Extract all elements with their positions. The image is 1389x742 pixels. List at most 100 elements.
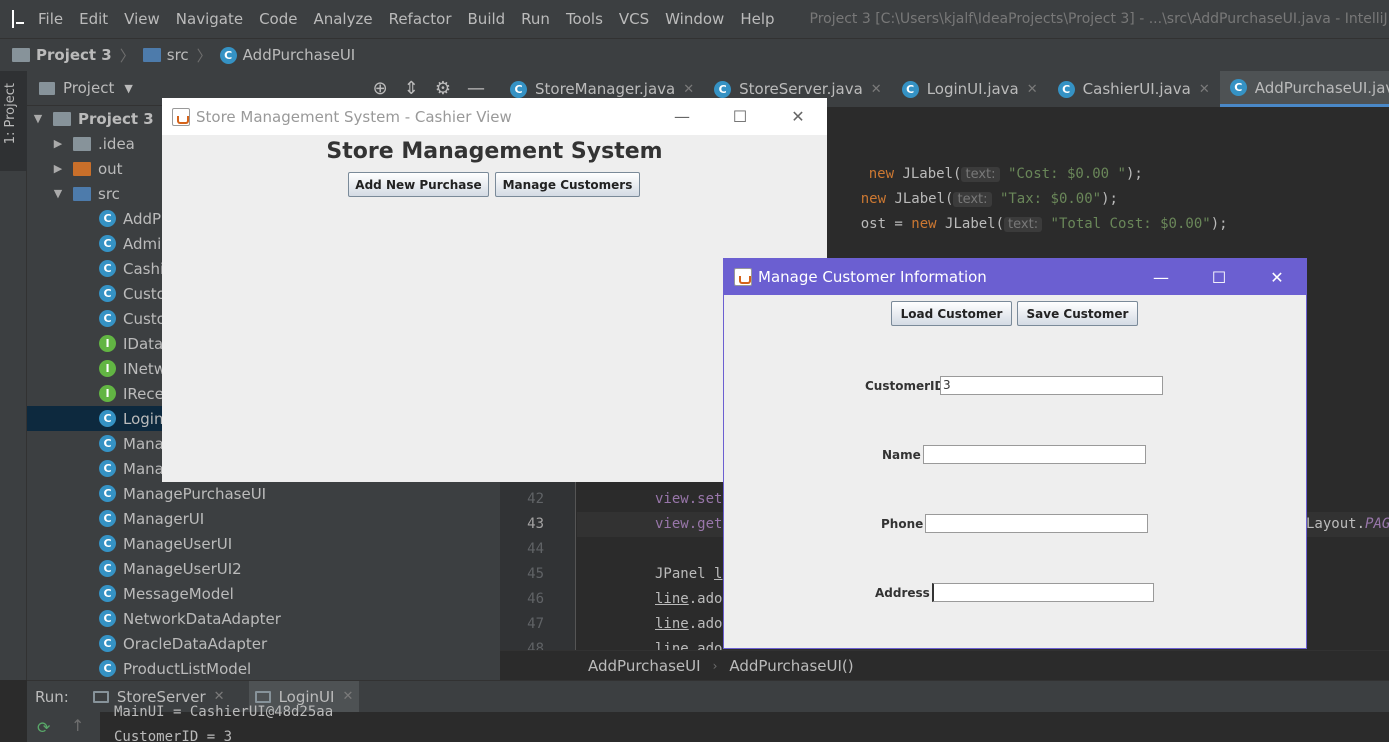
- tree-file[interactable]: C ProductListModel: [27, 656, 500, 681]
- tree-item-label: ManageUserUI: [123, 534, 233, 553]
- tab-label: StoreManager.java: [535, 80, 676, 98]
- expand-arrow-icon[interactable]: ▼: [31, 112, 45, 125]
- menu-analyze[interactable]: Analyze: [305, 0, 380, 38]
- class-icon: C: [99, 310, 116, 327]
- tree-file[interactable]: C OracleDataAdapter: [27, 631, 500, 656]
- class-icon: C: [99, 435, 116, 452]
- close-icon[interactable]: ✕: [1027, 82, 1038, 97]
- code-text: .ado: [688, 591, 723, 607]
- cashier-heading: Store Management System: [326, 139, 663, 164]
- menu-window[interactable]: Window: [657, 0, 732, 38]
- code-line-46: line.ado: [655, 587, 722, 612]
- crumb-file[interactable]: C AddPurchaseUI: [219, 46, 355, 64]
- menu-view[interactable]: View: [116, 0, 168, 38]
- project-view-icon: [39, 81, 55, 95]
- locate-icon[interactable]: ⊕: [373, 78, 388, 99]
- java-icon: [734, 268, 752, 286]
- load-customer-button[interactable]: Load Customer: [891, 301, 1012, 326]
- close-icon[interactable]: ✕: [683, 82, 694, 97]
- class-icon: C: [99, 210, 116, 227]
- cashier-window-titlebar[interactable]: Store Management System - Cashier View —…: [162, 98, 827, 135]
- collapse-arrow-icon[interactable]: ▶: [51, 162, 65, 175]
- menu-vcs[interactable]: VCS: [611, 0, 657, 38]
- name-field[interactable]: [923, 445, 1146, 464]
- menu-refactor[interactable]: Refactor: [381, 0, 460, 38]
- arrow-up-icon[interactable]: ↑: [71, 716, 84, 735]
- crumb-project-label: Project 3: [36, 46, 112, 64]
- breadcrumb-class[interactable]: AddPurchaseUI: [588, 657, 701, 675]
- menu-bar: File Edit View Navigate Code Analyze Ref…: [0, 0, 1389, 38]
- tree-item-label: INetw: [123, 359, 167, 378]
- close-icon[interactable]: ✕: [1199, 82, 1210, 97]
- run-tab-label: StoreServer: [116, 687, 206, 706]
- tool-window-strip: 1: Project: [0, 71, 27, 680]
- folder-icon: [73, 186, 91, 201]
- expand-arrow-icon[interactable]: ▼: [51, 187, 65, 200]
- menu-tools[interactable]: Tools: [558, 0, 611, 38]
- interface-icon: I: [99, 360, 116, 377]
- menu-edit[interactable]: Edit: [71, 0, 116, 38]
- close-icon[interactable]: ✕: [214, 689, 225, 704]
- project-view-selector[interactable]: Project: [63, 79, 114, 97]
- phone-label: Phone: [881, 517, 924, 531]
- project-tool-tab[interactable]: 1: Project: [0, 71, 27, 171]
- customer-id-field[interactable]: 3: [940, 376, 1163, 395]
- manage-customers-button[interactable]: Manage Customers: [495, 172, 640, 197]
- tree-item-label: ManagePurchaseUI: [123, 484, 267, 503]
- menu-code[interactable]: Code: [251, 0, 305, 38]
- crumb-src[interactable]: src: [142, 46, 189, 64]
- run-console[interactable]: ⟳ ↑ MainUI = CashierUI@48d25aa CustomerI…: [27, 704, 1389, 742]
- tab-loginui[interactable]: C LoginUI.java ✕: [892, 71, 1048, 107]
- menu-navigate[interactable]: Navigate: [168, 0, 251, 38]
- customer-window-titlebar[interactable]: Manage Customer Information — ☐ ✕: [724, 259, 1306, 295]
- tree-item-label: MessageModel: [123, 584, 234, 603]
- collapse-all-icon[interactable]: ⇕: [404, 78, 419, 99]
- maximize-icon[interactable]: ☐: [1190, 259, 1248, 295]
- maximize-icon[interactable]: ☐: [711, 98, 769, 135]
- tab-cashierui[interactable]: C CashierUI.java ✕: [1048, 71, 1220, 107]
- close-icon[interactable]: ✕: [1248, 259, 1306, 295]
- hide-icon[interactable]: —: [467, 78, 485, 99]
- navigation-bar: Project 3 〉 src 〉 C AddPurchaseUI: [0, 38, 1389, 71]
- collapse-arrow-icon[interactable]: ▶: [51, 137, 65, 150]
- rerun-icon[interactable]: ⟳: [37, 718, 50, 737]
- minimize-icon[interactable]: —: [653, 98, 711, 135]
- chevron-down-icon[interactable]: ▼: [124, 82, 132, 95]
- gear-icon[interactable]: ⚙: [435, 78, 451, 99]
- line-number: 48: [527, 641, 544, 650]
- code-text: ost =: [860, 216, 912, 232]
- close-icon[interactable]: ✕: [871, 82, 882, 97]
- run-label: Run:: [35, 687, 69, 706]
- intellij-logo-icon: [12, 10, 24, 28]
- menu-build[interactable]: Build: [460, 0, 514, 38]
- code-line-47: line.ado: [655, 612, 722, 637]
- menu-file[interactable]: File: [30, 0, 71, 38]
- class-icon: C: [99, 635, 116, 652]
- save-customer-button[interactable]: Save Customer: [1017, 301, 1138, 326]
- tree-file[interactable]: C ManagePurchaseUI: [27, 481, 500, 506]
- breadcrumb-method[interactable]: AddPurchaseUI(): [729, 657, 853, 675]
- code-text: );: [1210, 216, 1228, 232]
- tree-file[interactable]: C ManageUserUI: [27, 531, 500, 556]
- tree-item-label: src: [98, 184, 120, 203]
- tab-addpurchaseui[interactable]: C AddPurchaseUI.java ✕: [1219, 71, 1389, 107]
- crumb-project[interactable]: Project 3: [12, 46, 112, 64]
- tree-file[interactable]: C MessageModel: [27, 581, 500, 606]
- phone-field[interactable]: [925, 514, 1148, 533]
- menu-run[interactable]: Run: [513, 0, 558, 38]
- folder-icon: [73, 136, 91, 151]
- class-icon: C: [99, 460, 116, 477]
- close-icon[interactable]: ✕: [769, 98, 827, 135]
- address-field[interactable]: [932, 583, 1154, 602]
- tree-item-label: OracleDataAdapter: [123, 634, 268, 653]
- add-new-purchase-button[interactable]: Add New Purchase: [348, 172, 489, 197]
- menu-help[interactable]: Help: [732, 0, 782, 38]
- address-label: Address: [875, 586, 930, 600]
- tree-file[interactable]: C ManagerUI: [27, 506, 500, 531]
- tree-file[interactable]: C ManageUserUI2: [27, 556, 500, 581]
- tree-file[interactable]: C NetworkDataAdapter: [27, 606, 500, 631]
- close-icon[interactable]: ✕: [342, 689, 353, 704]
- crumb-separator-icon: 〉: [119, 46, 135, 65]
- customer-window-title: Manage Customer Information: [758, 268, 987, 286]
- minimize-icon[interactable]: —: [1132, 259, 1190, 295]
